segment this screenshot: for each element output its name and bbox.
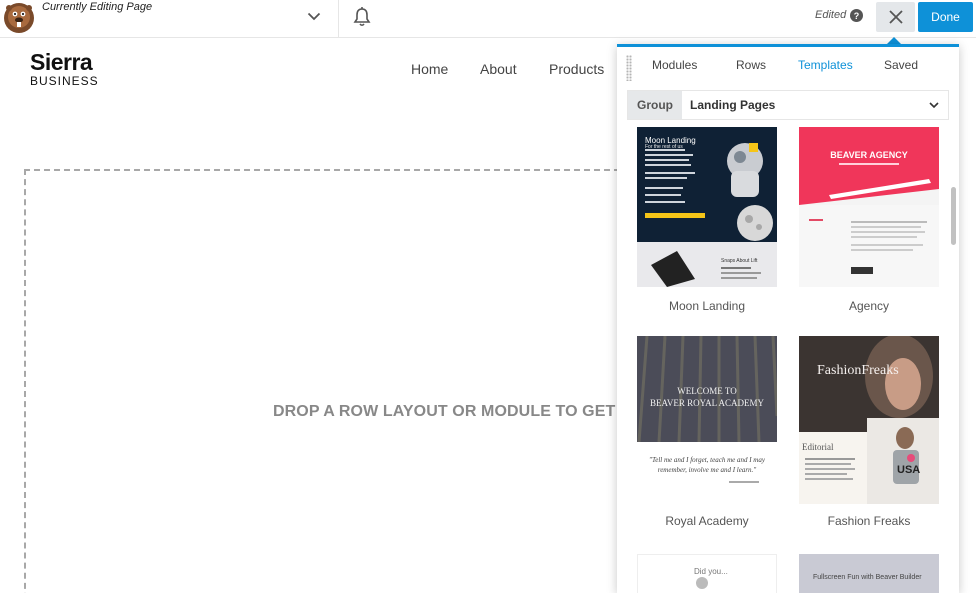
drop-zone-instruction: DROP A ROW LAYOUT OR MODULE TO GET [273,403,616,420]
site-logo-tagline: BUSINESS [30,74,99,88]
template-thumbnail: FashionFreaks Editorial USA [799,336,939,504]
template-card-agency[interactable]: BEAVER AGENCY Agency [799,127,939,313]
nav-link-about[interactable]: About [480,61,517,77]
bell-icon[interactable] [352,6,372,28]
template-card-fashion-freaks[interactable]: FashionFreaks Editorial USA Fashion Frea… [799,336,939,528]
template-grid: Moon Landing For the rest of us Snaps Ab… [617,124,959,593]
tab-modules[interactable]: Modules [652,58,697,72]
template-thumbnail: Fullscreen Fun with Beaver Builder [799,554,939,593]
template-card-royal-academy[interactable]: WELCOME TO BEAVER ROYAL ACADEMY "Tell me… [637,336,777,528]
template-name: Royal Academy [665,514,749,528]
thumb-quote-line-1: "Tell me and I forget, teach me and I ma… [649,456,765,464]
template-card[interactable]: Fullscreen Fun with Beaver Builder [799,554,939,593]
divider [338,0,339,38]
group-selected-value: Landing Pages [690,98,776,112]
template-thumbnail: Did you... [637,554,777,593]
done-button[interactable]: Done [918,2,973,32]
template-thumbnail: Moon Landing For the rest of us Snaps Ab… [637,127,777,287]
builder-top-bar: Currently Editing Page Edited ? Done [0,0,976,38]
thumb-title-line-2: BEAVER ROYAL ACADEMY [649,398,764,408]
template-card-moon-landing[interactable]: Moon Landing For the rest of us Snaps Ab… [637,127,777,313]
thumb-text: Did you... [694,567,728,576]
template-thumbnail: BEAVER AGENCY [799,127,939,287]
template-name: Fashion Freaks [827,514,911,528]
thumb-note: Snaps About Lift [721,258,758,264]
page-menu-toggle[interactable] [300,4,328,28]
thumb-heading: Editorial [802,442,834,452]
editing-page-title: Currently Editing Page [42,1,153,13]
template-name: Moon Landing [668,299,746,313]
thumb-title: BEAVER AGENCY [830,150,908,160]
template-name: Agency [848,299,890,313]
nav-link-home[interactable]: Home [411,61,448,77]
nav-link-products[interactable]: Products [549,61,604,77]
thumb-text: Fullscreen Fun with Beaver Builder [813,574,922,581]
tab-saved[interactable]: Saved [884,58,918,72]
thumb-title: FashionFreaks [817,363,899,378]
template-thumbnail: WELCOME TO BEAVER ROYAL ACADEMY "Tell me… [637,336,777,496]
panel-tabs: Modules Rows Templates Saved [617,58,959,80]
close-icon [888,10,903,24]
content-panel: Modules Rows Templates Saved Group Landi… [617,44,959,593]
beaver-logo-icon[interactable] [2,0,36,34]
group-label: Group [628,91,682,119]
template-group-select[interactable]: Group Landing Pages [627,90,949,120]
edited-status: Edited [815,9,847,21]
chevron-down-icon [929,102,939,109]
thumb-shirt-text: USA [897,464,921,476]
thumb-subtitle: For the rest of us [645,144,683,150]
panel-scrollbar[interactable] [951,187,956,245]
template-card[interactable]: Did you... [637,554,777,593]
thumb-title-line-1: WELCOME TO [677,386,737,396]
help-icon[interactable]: ? [850,9,863,22]
chevron-down-icon [307,12,321,20]
site-logo[interactable]: Sierra BUSINESS [30,50,99,88]
thumb-quote-line-2: remember, involve me and I learn." [657,466,757,474]
close-panel-button[interactable] [876,2,915,32]
tab-templates[interactable]: Templates [798,58,853,72]
site-logo-name: Sierra [30,49,93,75]
tab-rows[interactable]: Rows [736,58,766,72]
thumb-circle [696,577,708,589]
